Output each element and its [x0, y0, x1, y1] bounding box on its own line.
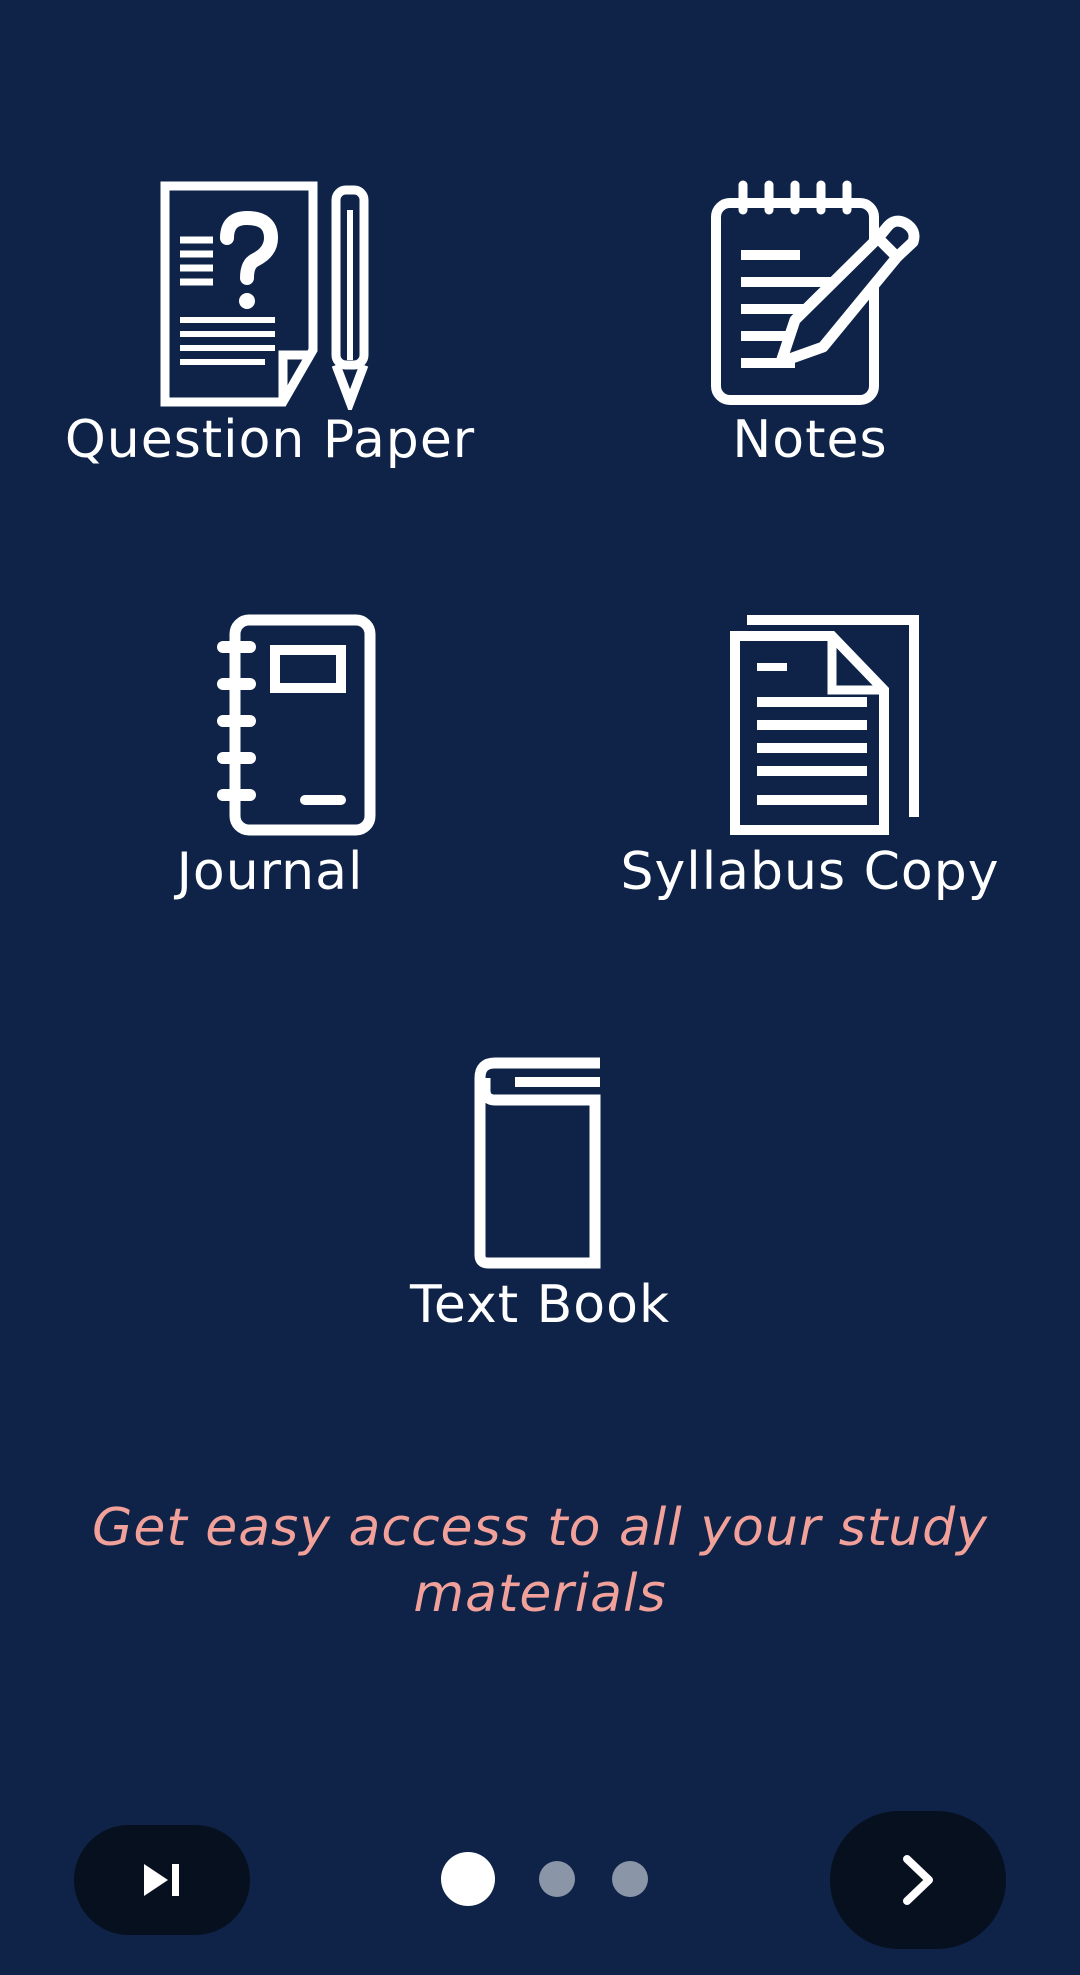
category-question-paper[interactable]: Question Paper	[40, 180, 500, 470]
category-syllabus-copy[interactable]: Syllabus Copy	[580, 612, 1040, 902]
page-indicator-dot[interactable]	[539, 1861, 575, 1897]
skip-next-icon	[144, 1864, 179, 1896]
page-indicator-dot-active[interactable]	[441, 1852, 495, 1906]
category-label: Journal	[176, 842, 364, 902]
category-journal[interactable]: Journal	[40, 612, 500, 902]
text-book-icon	[474, 1057, 601, 1269]
category-notes[interactable]: Notes	[580, 180, 1040, 470]
tagline: Get easy access to all your study materi…	[92, 1498, 988, 1624]
syllabus-copy-icon	[730, 615, 919, 835]
journal-icon	[217, 614, 376, 836]
page-indicator-dot[interactable]	[612, 1861, 648, 1897]
category-text-book[interactable]: Text Book	[310, 1045, 770, 1335]
category-label: Text Book	[409, 1275, 671, 1335]
category-label: Question Paper	[64, 410, 476, 470]
question-paper-icon	[160, 181, 369, 410]
category-label: Syllabus Copy	[620, 842, 1000, 902]
notes-icon	[711, 180, 920, 405]
skip-button[interactable]	[74, 1825, 250, 1935]
chevron-right-icon	[903, 1855, 933, 1905]
category-label: Notes	[732, 410, 888, 470]
next-button[interactable]	[830, 1811, 1006, 1949]
